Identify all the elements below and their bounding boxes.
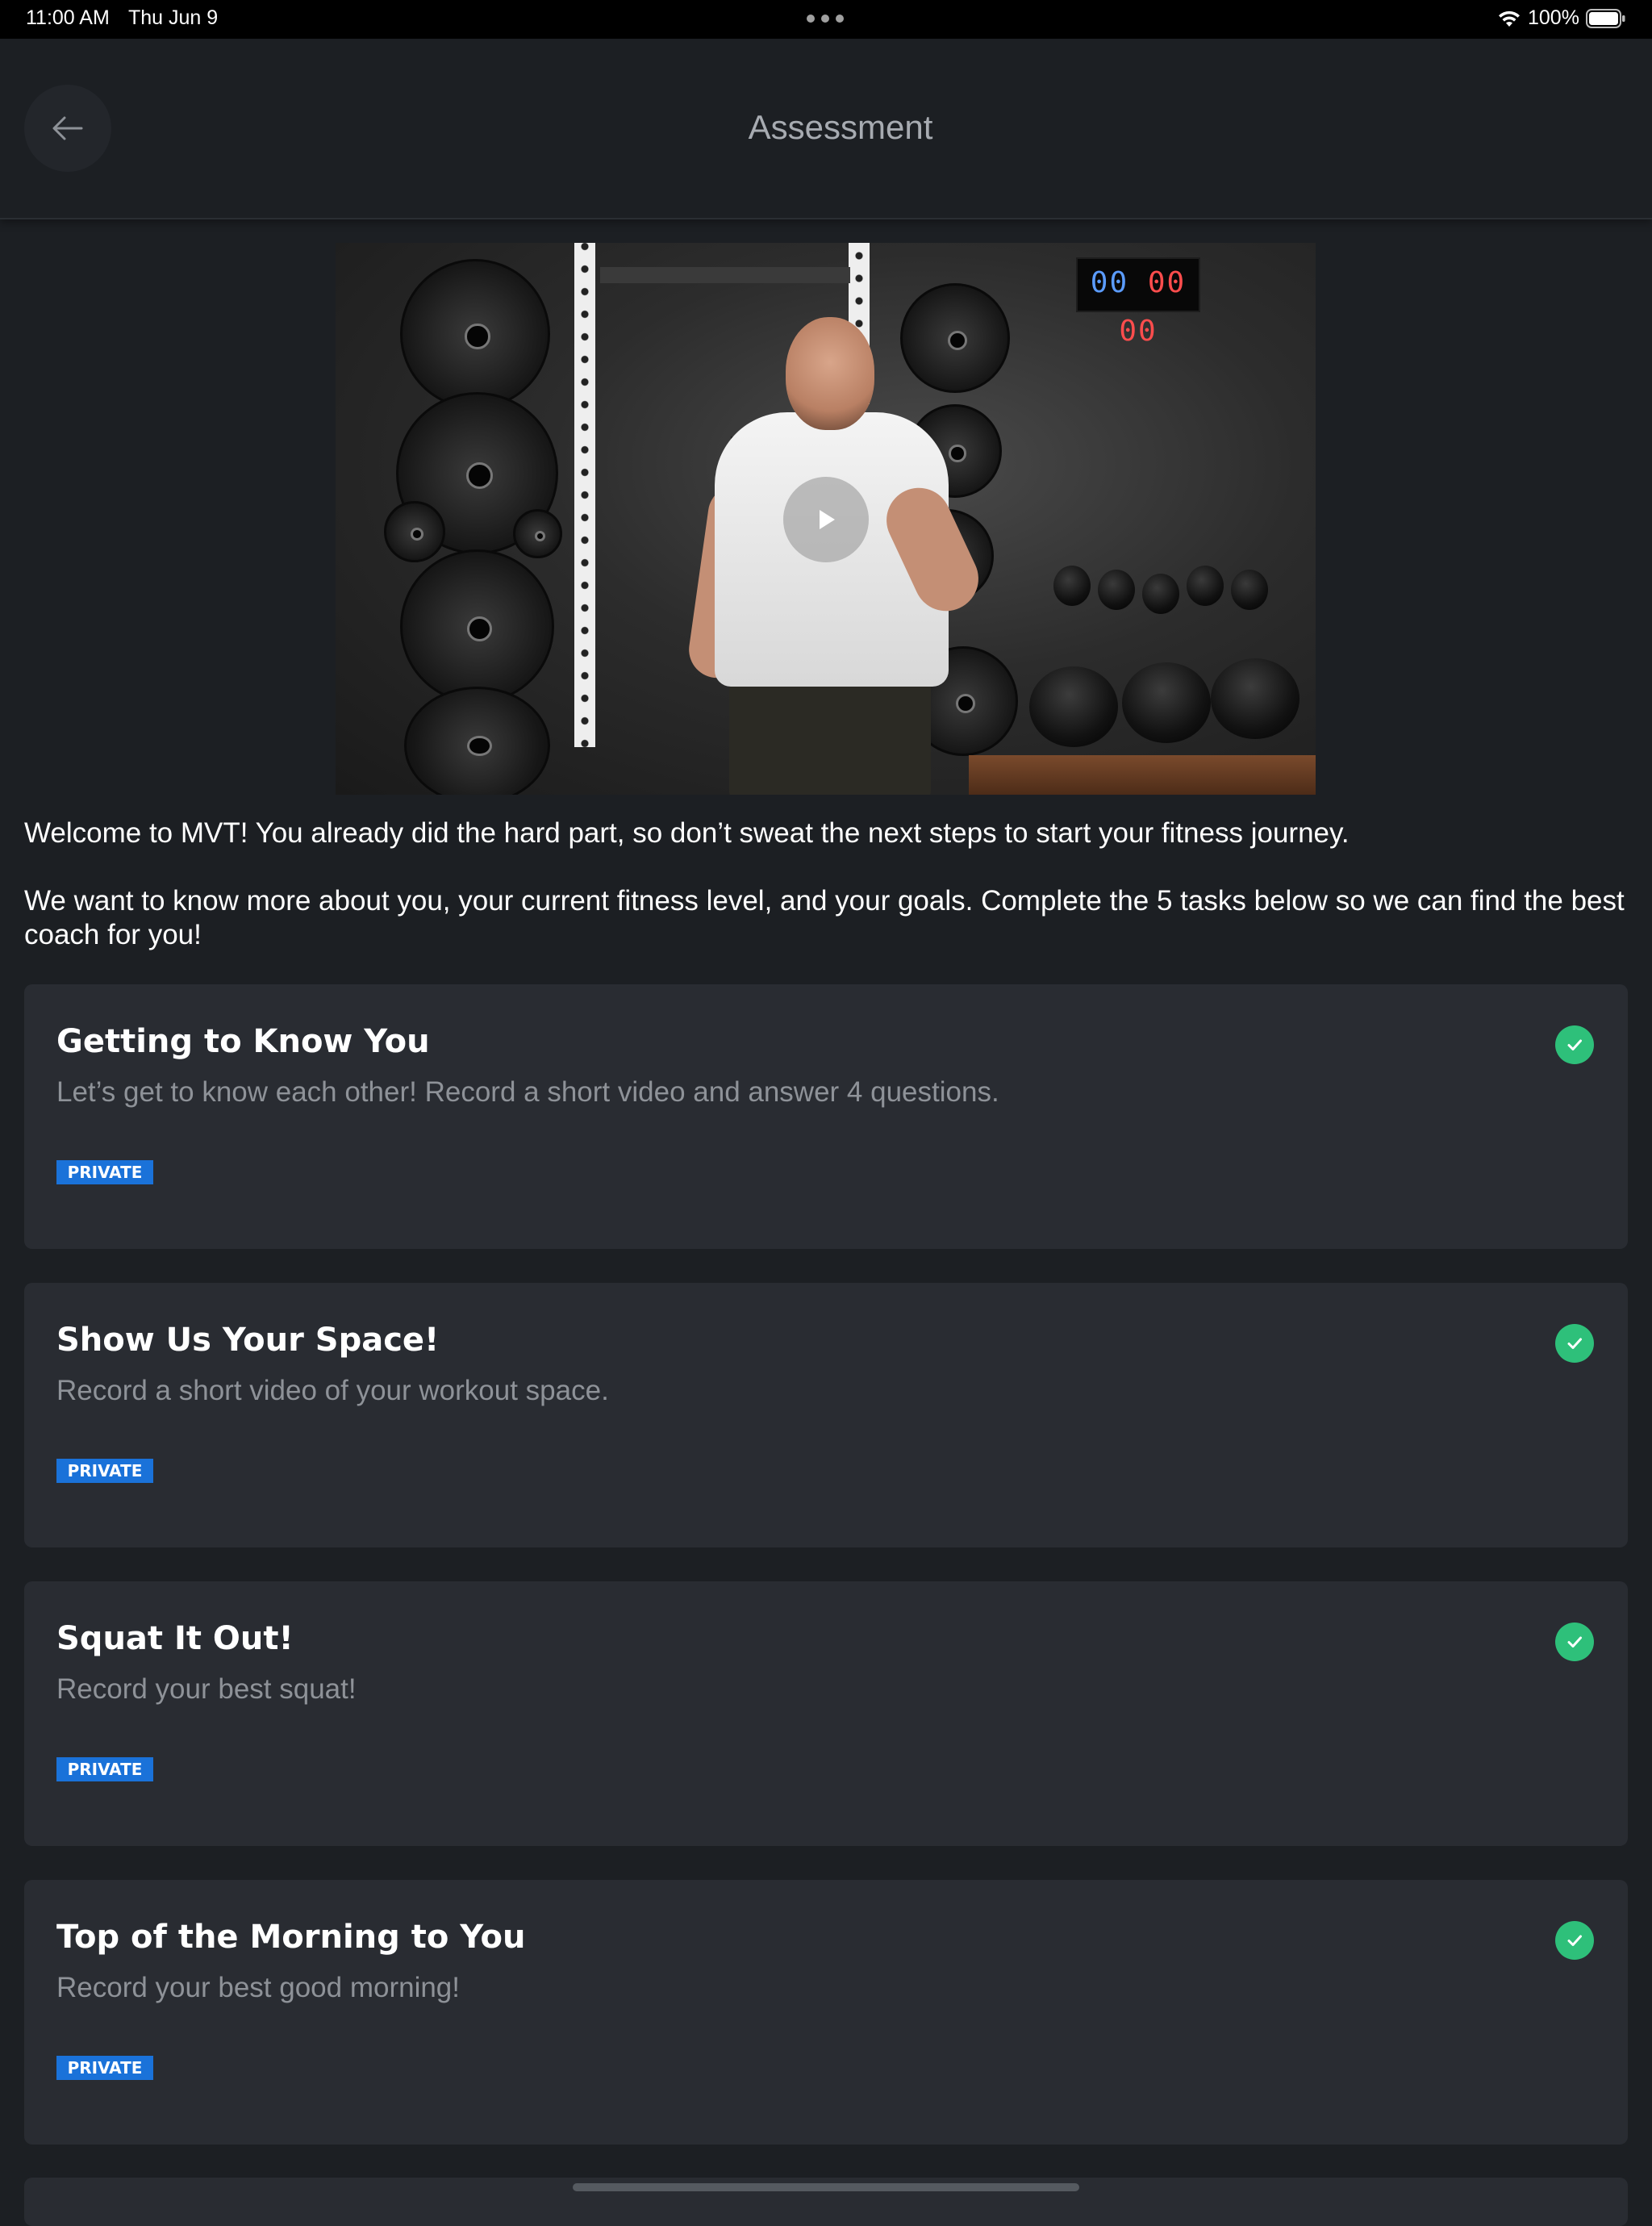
private-badge: PRIVATE	[56, 1160, 153, 1184]
coach-pants	[729, 679, 931, 795]
wood-shelf	[969, 755, 1316, 795]
weight-plate	[400, 259, 550, 409]
navigation-bar: Assessment	[0, 39, 1652, 219]
task-description: Record your best good morning!	[56, 1972, 460, 2003]
task-description: Record your best squat!	[56, 1673, 357, 1705]
check-icon	[1555, 1623, 1594, 1661]
medicine-ball	[1211, 658, 1299, 739]
multitasking-dots-icon[interactable]	[807, 15, 845, 24]
private-badge: PRIVATE	[56, 1459, 153, 1483]
task-description: Record a short video of your workout spa…	[56, 1375, 609, 1406]
gym-timer: 00 00 00	[1076, 257, 1200, 348]
intro-paragraph: Welcome to MVT! You already did the hard…	[24, 817, 1350, 849]
intro-video[interactable]: 00 00 00	[336, 243, 1316, 795]
status-bar: 11:00 AM Thu Jun 9 100%	[0, 0, 1652, 39]
coach-head	[786, 317, 874, 430]
weight-plate	[404, 687, 550, 795]
kettlebell	[1098, 570, 1135, 610]
task-card[interactable]: Getting to Know You Let’s get to know ea…	[24, 984, 1628, 1249]
kettlebell	[1187, 566, 1224, 606]
private-badge: PRIVATE	[56, 1757, 153, 1781]
check-icon	[1555, 1025, 1594, 1064]
status-date: Thu Jun 9	[128, 6, 219, 29]
weight-plate	[900, 283, 1010, 393]
play-button[interactable]	[783, 477, 869, 562]
weight-plate	[384, 501, 445, 562]
wifi-icon	[1499, 10, 1520, 27]
rack-post	[574, 243, 595, 747]
weight-plate	[513, 509, 562, 558]
medicine-ball	[1029, 666, 1118, 747]
task-card[interactable]: Squat It Out! Record your best squat! PR…	[24, 1581, 1628, 1846]
task-card[interactable]: Top of the Morning to You Record your be…	[24, 1880, 1628, 2145]
medicine-ball	[1122, 662, 1211, 743]
kettlebell	[1142, 574, 1179, 614]
task-card[interactable]: Show Us Your Space! Record a short video…	[24, 1283, 1628, 1547]
kettlebell	[1231, 570, 1268, 610]
private-badge: PRIVATE	[56, 2056, 153, 2080]
status-time: 11:00 AM	[26, 6, 110, 29]
intro-paragraph: We want to know more about you, your cur…	[24, 885, 1625, 950]
check-icon	[1555, 1324, 1594, 1363]
home-indicator[interactable]	[573, 2183, 1079, 2191]
play-icon	[820, 510, 835, 529]
kettlebell	[1053, 566, 1091, 606]
task-title: Squat It Out!	[56, 1620, 294, 1657]
task-description: Let’s get to know each other! Record a s…	[56, 1076, 999, 1108]
task-title: Getting to Know You	[56, 1023, 430, 1060]
weight-plate	[400, 549, 554, 704]
battery-percentage: 100%	[1528, 6, 1579, 29]
rack-bar	[600, 267, 850, 283]
task-title: Show Us Your Space!	[56, 1322, 440, 1359]
task-title: Top of the Morning to You	[56, 1919, 526, 1956]
battery-icon	[1586, 9, 1625, 28]
page-title: Assessment	[748, 108, 933, 146]
check-icon	[1555, 1921, 1594, 1960]
